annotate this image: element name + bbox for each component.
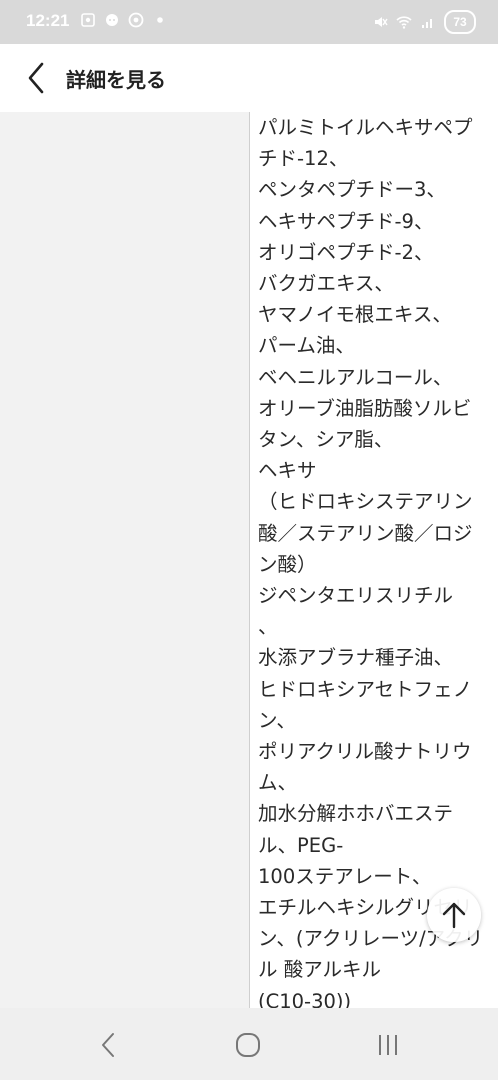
table-value-cell: パルミトイルヘキサペプチド-12、 ペンタペプチドー3、 ヘキサペプチド-9、 … [250,112,498,1008]
battery-indicator: 73 [444,10,476,34]
nav-recents-icon [379,1035,397,1055]
app-header: 詳細を見る [0,44,498,113]
chevron-left-icon [28,62,44,94]
wifi-icon [396,16,412,29]
chat-icon [106,14,118,26]
nav-back-icon [102,1033,114,1057]
nav-home-button[interactable] [230,1030,266,1060]
arrow-up-icon [442,902,466,929]
nav-recents-button[interactable] [370,1030,406,1060]
chrome-icon [128,12,144,28]
status-time: 12:21 [26,11,70,30]
table-label-cell [0,112,250,1008]
nav-home-icon [236,1033,260,1057]
dot-icon [157,17,163,23]
system-nav-bar [0,1008,498,1080]
status-bar: 12:21 73 [0,0,498,44]
signal-icon [422,19,432,28]
nav-back-button[interactable] [90,1030,126,1060]
page-title: 詳細を見る [66,68,166,92]
ingredients-list-text: パルミトイルヘキサペプチド-12、 ペンタペプチドー3、 ヘキサペプチド-9、 … [258,116,484,1008]
ingredients-table: パルミトイルヘキサペプチド-12、 ペンタペプチドー3、 ヘキサペプチド-9、 … [0,112,498,1008]
system-icons: 73 [372,10,476,34]
scroll-to-top-button[interactable] [427,888,481,942]
notification-icons [80,12,168,28]
mute-icon [375,17,388,27]
back-button[interactable] [22,60,52,96]
screenshot-icon [81,13,95,27]
